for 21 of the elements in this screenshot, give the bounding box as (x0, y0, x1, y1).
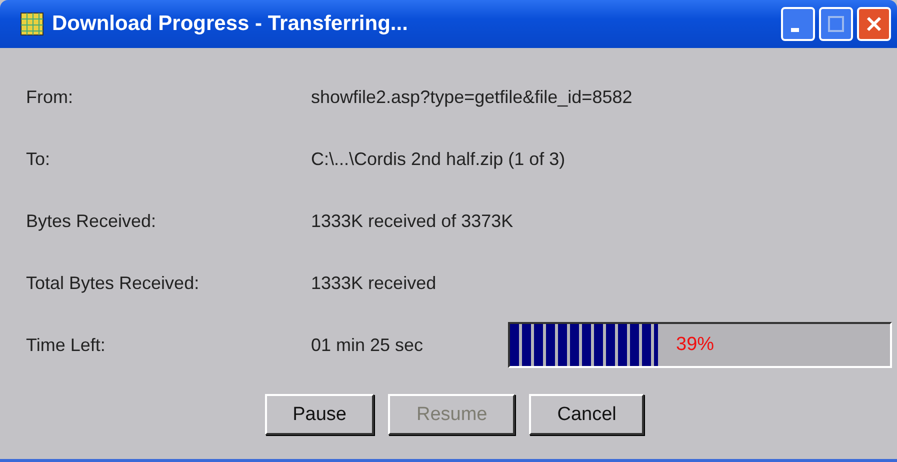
field-label: Bytes Received: (26, 210, 158, 232)
field-label: Time Left: (26, 334, 106, 356)
minimize-icon (791, 28, 799, 32)
field-value: 1333K received (311, 272, 438, 294)
minimize-button[interactable] (781, 7, 815, 41)
field-value: 01 min 25 sec (311, 334, 424, 356)
maximize-button[interactable] (819, 7, 853, 41)
grid-icon (20, 12, 44, 36)
field-value: 1333K received of 3373K (311, 210, 514, 232)
dialog-button[interactable]: Pause (264, 394, 374, 435)
dialog-button[interactable]: Cancel (529, 394, 644, 435)
field-label: To: (26, 148, 52, 170)
window-title: Download Progress - Transferring... (52, 12, 409, 36)
maximize-icon (827, 15, 845, 33)
field-label: Total Bytes Received: (26, 272, 200, 294)
close-icon (865, 15, 883, 33)
field-label: From: (26, 86, 74, 108)
field-value: C:\...\Cordis 2nd half.zip (1 of 3) (311, 148, 566, 170)
close-button[interactable] (857, 7, 891, 41)
field-value: showfile2.asp?type=getfile&file_id=8582 (311, 86, 632, 108)
progress-percent: 39% (676, 334, 714, 356)
